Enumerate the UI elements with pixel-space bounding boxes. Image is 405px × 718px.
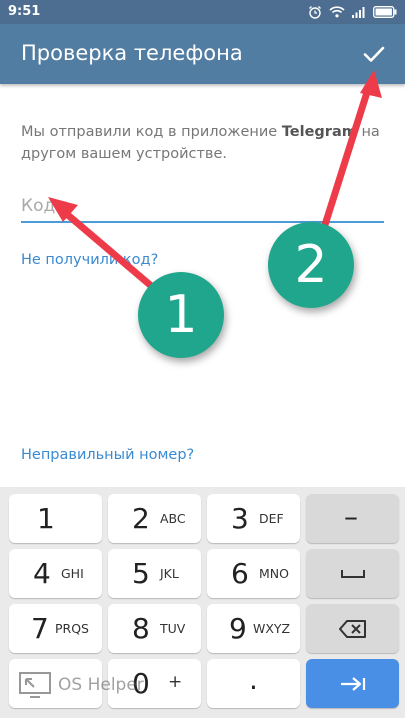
enter-icon [340, 676, 365, 691]
watermark: OS Helper [18, 670, 144, 700]
code-input[interactable] [21, 190, 384, 221]
app-bar: Проверка телефона [0, 24, 405, 84]
key-dot[interactable]: . [207, 659, 300, 708]
key-9[interactable]: 9 WXYZ [207, 604, 300, 653]
battery-icon [373, 6, 397, 18]
wifi-icon [329, 6, 345, 18]
status-icons [308, 4, 397, 20]
page-title: Проверка телефона [21, 41, 243, 65]
annotation-badge-2: 2 [268, 222, 354, 308]
key-6[interactable]: 6 MNO [207, 549, 300, 598]
key-3[interactable]: 3 DEF [207, 494, 300, 543]
status-time: 9:51 [8, 4, 41, 19]
watermark-text: OS Helper [58, 675, 144, 695]
check-icon[interactable] [358, 38, 390, 70]
key-5[interactable]: 5 JKL [108, 549, 201, 598]
code-field[interactable] [21, 190, 384, 223]
status-bar: 9:51 [0, 0, 405, 24]
key-2[interactable]: 2 ABC [108, 494, 201, 543]
minus-key[interactable]: – [306, 494, 399, 543]
key-1[interactable]: 1 [9, 494, 102, 543]
app-name: Telegram [281, 124, 357, 140]
key-7[interactable]: 7 PRQS [9, 604, 102, 653]
info-text: Мы отправили код в приложение Telegram н… [21, 124, 380, 162]
backspace-icon [338, 619, 366, 638]
key-8[interactable]: 8 TUV [108, 604, 201, 653]
signal-icon [352, 7, 365, 18]
wrong-number-link[interactable]: Неправильный номер? [21, 447, 194, 463]
key-4[interactable]: 4 GHI [9, 549, 102, 598]
backspace-key[interactable] [306, 604, 399, 653]
space-key[interactable] [306, 549, 399, 598]
no-code-link[interactable]: Не получили код? [21, 252, 158, 268]
space-icon [340, 569, 365, 578]
alarm-icon [309, 6, 321, 19]
monitor-icon [19, 672, 51, 698]
enter-key[interactable] [306, 659, 399, 708]
annotation-badge-1: 1 [138, 272, 224, 358]
